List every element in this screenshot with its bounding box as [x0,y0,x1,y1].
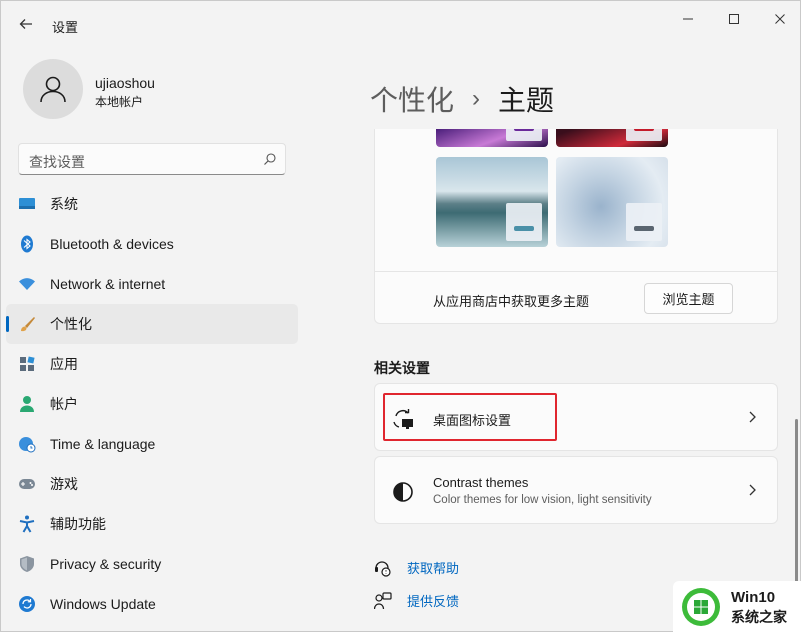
user-profile[interactable]: ujiaoshou 本地帐户 [23,59,293,119]
sidebar-item-label: Windows Update [50,596,156,612]
annotation-highlight-box [383,393,557,441]
contrast-icon [393,482,413,502]
sidebar-item-accessibility[interactable]: 辅助功能 [6,504,298,544]
browse-themes-button[interactable]: 浏览主题 [644,283,733,314]
avatar [23,59,83,119]
sidebar-item-label: Time & language [50,436,156,452]
minimize-button[interactable] [665,7,711,31]
feedback-icon [374,591,392,610]
search-input[interactable]: 查找设置 [18,143,286,175]
breadcrumb-separator: › [472,85,481,112]
sidebar-item-windows-update[interactable]: Windows Update [6,584,298,624]
sidebar-item-label: Privacy & security [50,556,162,572]
shield-icon [18,555,36,573]
theme-thumbnail-captured-motion[interactable] [556,129,668,147]
page-title: 主题 [498,85,555,116]
contrast-themes-row[interactable]: Contrast themes Color themes for low vis… [374,456,778,524]
theme-thumbnail-glow[interactable] [436,129,548,147]
account-icon [18,395,36,413]
search-placeholder: 查找设置 [29,154,85,170]
sidebar-item-personalization[interactable]: 个性化 [6,304,298,344]
sidebar-item-label: Network & internet [50,276,166,292]
contrast-themes-title: Contrast themes [433,475,529,490]
back-button[interactable] [13,11,39,37]
related-settings-heading: 相关设置 [374,360,430,376]
sidebar-item-accounts[interactable]: 帐户 [6,384,298,424]
chevron-right-icon [749,411,756,423]
theme-thumbnail-flow[interactable] [556,157,668,247]
maximize-button[interactable] [711,7,757,31]
maximize-icon [729,14,739,24]
brush-icon [18,315,36,333]
sidebar-item-apps[interactable]: 应用 [6,344,298,384]
get-help-label: 获取帮助 [407,561,460,576]
contrast-themes-subtitle: Color themes for low vision, light sensi… [433,494,652,506]
back-arrow-icon [19,19,32,29]
sidebar-item-label: 帐户 [50,396,78,412]
watermark-line-1: Win10 [731,589,776,606]
settings-window: 设置 ujiaoshou 本地帐户 查找设置 系统 Bluetooth & de… [0,0,801,632]
get-help-link[interactable]: 获取帮助 [374,558,459,577]
sidebar-item-network[interactable]: Network & internet [6,264,298,304]
site-watermark: Win10 系统之家 [673,581,801,632]
update-icon [18,595,36,613]
search-icon [264,153,276,165]
close-button[interactable] [757,7,801,31]
wifi-icon [18,275,36,293]
sidebar-item-gaming[interactable]: 游戏 [6,464,298,504]
theme-gallery-card: 从应用商店中获取更多主题 浏览主题 [374,129,778,324]
minimize-icon [683,18,693,20]
gamepad-icon [18,475,36,493]
theme-preview-badge [506,129,542,141]
theme-thumbnail-sunrise[interactable] [436,157,548,247]
person-icon [40,76,66,103]
breadcrumb: 个性化 › 主题 [370,79,554,119]
sidebar-item-label: 系统 [50,196,78,212]
system-icon [18,195,36,213]
account-type: 本地帐户 [95,95,144,109]
give-feedback-label: 提供反馈 [407,594,460,609]
give-feedback-link[interactable]: 提供反馈 [374,591,459,610]
title-bar: 设置 [1,1,801,49]
chevron-right-icon [749,484,756,496]
sidebar-item-label: Bluetooth & devices [50,236,174,252]
divider [375,271,777,272]
sidebar-item-privacy[interactable]: Privacy & security [6,544,298,584]
scrollbar[interactable] [795,419,798,589]
sidebar-nav: 系统 Bluetooth & devices Network & interne… [6,184,298,624]
store-themes-text: 从应用商店中获取更多主题 [433,294,590,309]
sidebar-item-label: 游戏 [50,476,78,492]
accessibility-icon [18,515,36,533]
watermark-line-2: 系统之家 [731,609,787,625]
sidebar-item-system[interactable]: 系统 [6,184,298,224]
apps-icon [18,355,36,373]
breadcrumb-parent[interactable]: 个性化 [370,79,454,119]
theme-preview-badge [626,203,662,241]
sidebar-item-label: 个性化 [50,316,92,332]
theme-preview-badge [626,129,662,141]
sidebar-item-bluetooth[interactable]: Bluetooth & devices [6,224,298,264]
windows-logo-icon [682,588,720,626]
user-name: ujiaoshou [95,75,155,91]
window-title: 设置 [52,20,79,35]
sidebar-item-label: 辅助功能 [50,516,106,532]
globe-clock-icon [18,435,36,453]
theme-preview-badge [506,203,542,241]
bluetooth-icon [18,235,36,253]
close-icon [775,14,785,24]
sidebar-item-label: 应用 [50,356,78,372]
sidebar-item-time-language[interactable]: Time & language [6,424,298,464]
help-icon [374,559,392,577]
